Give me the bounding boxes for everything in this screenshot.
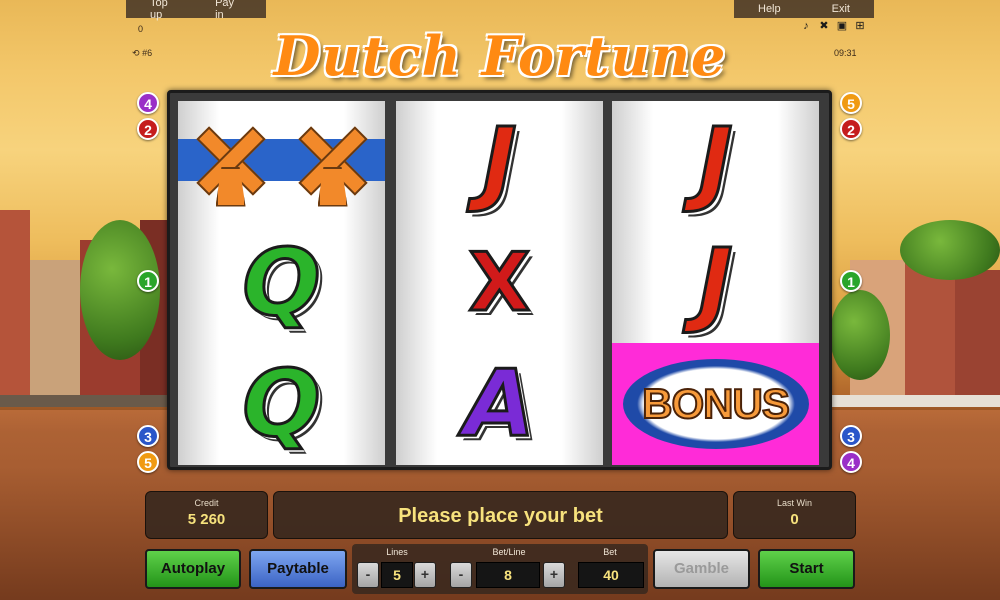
credit-panel: Credit 5 260: [145, 491, 268, 539]
symbol-j: J: [697, 228, 734, 336]
lines-value: 5: [381, 562, 413, 588]
line-badge-5-right[interactable]: 5: [840, 92, 862, 114]
right-buildings: [830, 220, 1000, 410]
gamble-button[interactable]: Gamble: [653, 549, 750, 589]
line-badge-5-left[interactable]: 5: [137, 451, 159, 473]
line-badge-1-right[interactable]: 1: [840, 270, 862, 292]
bet-value: 40: [578, 562, 644, 588]
line-badge-1-left[interactable]: 1: [137, 270, 159, 292]
pay-in-link[interactable]: Pay in: [197, 0, 260, 21]
left-buildings: [0, 210, 170, 410]
bet-line-value: 8: [476, 562, 540, 588]
symbol-x: X: [467, 235, 532, 329]
lines-minus-button[interactable]: -: [357, 562, 379, 588]
bet-line-label: Bet/Line: [492, 547, 526, 557]
reel-3: J J BONUS: [612, 101, 819, 465]
reel-cell-j: J: [396, 101, 603, 222]
windmill-icon: [186, 112, 276, 212]
reel-cell-q: Q: [178, 222, 385, 343]
line-badge-3-left[interactable]: 3: [137, 425, 159, 447]
line-badge-4-right[interactable]: 4: [840, 451, 862, 473]
reel-frame: Q Q J X A J J BONUS: [167, 90, 832, 470]
credit-value: 5 260: [187, 511, 226, 528]
last-win-value: 0: [790, 511, 799, 528]
line-badge-2-right[interactable]: 2: [840, 118, 862, 140]
status-message: Please place your bet: [273, 491, 728, 539]
windmill-icon: [288, 112, 378, 212]
reel-cell-a: A: [396, 343, 603, 464]
bonus-text: BONUS: [641, 379, 791, 428]
lines-label: Lines: [386, 547, 408, 557]
reel-cell-q: Q: [178, 343, 385, 464]
top-up-link[interactable]: Top up: [132, 0, 197, 21]
top-menu-right: Help Exit: [734, 0, 874, 18]
bet-line-plus-button[interactable]: +: [543, 562, 565, 588]
bet-label: Bet: [603, 547, 617, 557]
reel-cell-x: X: [396, 222, 603, 343]
symbol-q: Q: [241, 349, 322, 457]
reel-cell-bonus: BONUS: [612, 343, 819, 465]
top-menu-left: Top up Pay in: [126, 0, 266, 21]
reel-cell-j: J: [612, 222, 819, 343]
bet-line-minus-button[interactable]: -: [450, 562, 472, 588]
last-win-panel: Last Win 0: [733, 491, 856, 539]
reel-2: J X A: [396, 101, 603, 465]
line-badge-2-left[interactable]: 2: [137, 118, 159, 140]
symbol-j: J: [697, 107, 734, 215]
line-badge-3-right[interactable]: 3: [840, 425, 862, 447]
exit-link[interactable]: Exit: [814, 3, 868, 15]
reel-cell-j: J: [612, 101, 819, 222]
bonus-symbol: BONUS: [622, 359, 809, 449]
symbol-a: A: [462, 349, 536, 457]
last-win-label: Last Win: [776, 498, 812, 508]
lines-plus-button[interactable]: +: [414, 562, 436, 588]
tree: [900, 220, 1000, 280]
help-link[interactable]: Help: [740, 3, 799, 15]
credit-label: Credit: [194, 498, 219, 508]
paytable-button[interactable]: Paytable: [249, 549, 347, 589]
reel-cell-windmill: [178, 101, 385, 222]
autoplay-button[interactable]: Autoplay: [145, 549, 241, 589]
start-button[interactable]: Start: [758, 549, 855, 589]
line-badge-4-left[interactable]: 4: [137, 92, 159, 114]
symbol-j: J: [481, 107, 518, 215]
game-title: Dutch Fortune: [273, 24, 727, 88]
tree: [830, 290, 890, 380]
reel-1: Q Q: [178, 101, 385, 465]
symbol-q: Q: [241, 228, 322, 336]
